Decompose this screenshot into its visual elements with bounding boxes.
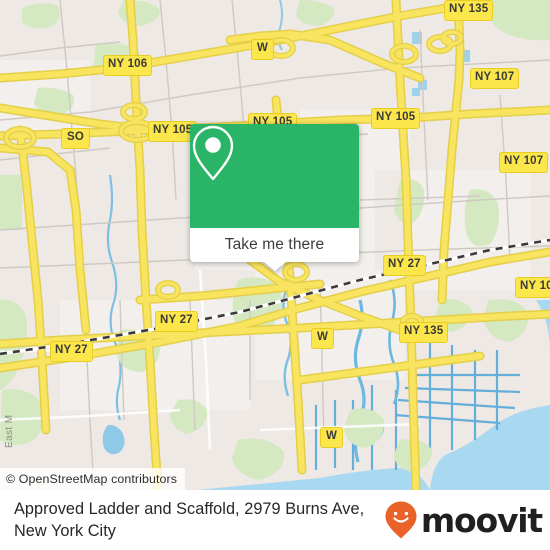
road-shield[interactable]: NY 107 bbox=[499, 152, 549, 173]
popup-tail bbox=[263, 262, 286, 271]
road-shield[interactable]: NY 135 bbox=[444, 0, 494, 21]
map-canvas[interactable]: NY 106 W NY 135 NY 107 NY 105 NY 105 NY … bbox=[0, 0, 550, 490]
map-pin-icon bbox=[192, 125, 234, 181]
road-shield[interactable]: NY 107 bbox=[515, 277, 550, 298]
road-shield[interactable]: NY 107 bbox=[470, 68, 520, 89]
moovit-map-screenshot: NY 106 W NY 135 NY 107 NY 105 NY 105 NY … bbox=[0, 0, 550, 550]
road-shield[interactable]: NY 27 bbox=[155, 311, 198, 332]
popup-header bbox=[190, 124, 359, 228]
attribution-text: © OpenStreetMap contributors bbox=[6, 472, 178, 486]
map-attribution[interactable]: © OpenStreetMap contributors bbox=[0, 468, 186, 490]
road-shield[interactable]: NY 105 bbox=[371, 108, 421, 129]
location-popup-card[interactable]: Take me there bbox=[190, 124, 359, 271]
road-shield[interactable]: W bbox=[311, 328, 335, 349]
road-shield[interactable]: SO bbox=[61, 128, 91, 149]
moovit-wordmark: moovit bbox=[420, 500, 543, 540]
road-shield[interactable]: W bbox=[251, 39, 275, 60]
location-title: Approved Ladder and Scaffold, 2979 Burns… bbox=[14, 500, 365, 540]
street-label-east-m: East M bbox=[4, 414, 15, 448]
road-shield[interactable]: NY 135 bbox=[399, 322, 449, 343]
road-shield[interactable]: W bbox=[320, 427, 344, 448]
moovit-logo[interactable]: moovit bbox=[384, 500, 543, 540]
road-shield[interactable]: NY 27 bbox=[50, 341, 93, 362]
road-shield[interactable]: NY 106 bbox=[103, 55, 153, 76]
moovit-pin-icon bbox=[385, 501, 417, 539]
take-me-there-label: Take me there bbox=[224, 236, 325, 253]
footer-bar: Approved Ladder and Scaffold, 2979 Burns… bbox=[0, 490, 550, 550]
take-me-there-button[interactable]: Take me there bbox=[190, 228, 359, 262]
road-shield[interactable]: NY 27 bbox=[383, 255, 426, 276]
